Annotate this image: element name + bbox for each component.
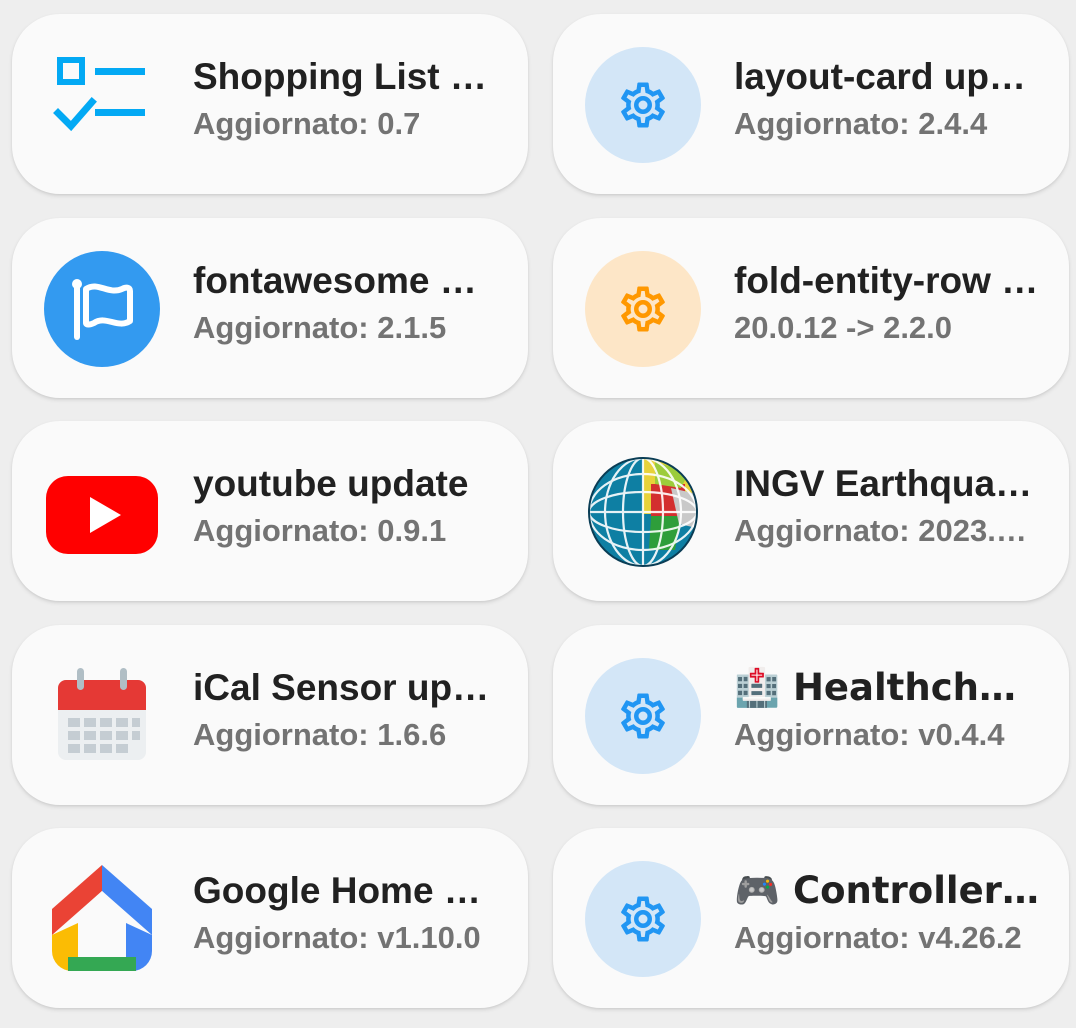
card-title: Shopping List update bbox=[193, 56, 498, 97]
card-status: Aggiornato: 1.6.6 bbox=[193, 717, 447, 752]
card-title: fontawesome update bbox=[193, 260, 498, 301]
update-grid: Shopping List update Aggiornato: 0.7 lay… bbox=[0, 0, 1076, 1028]
google-home-icon bbox=[44, 861, 160, 977]
card-status: Aggiornato: 0.7 bbox=[193, 106, 421, 141]
card-status: Aggiornato: v4.26.2 bbox=[734, 920, 1022, 955]
card-status: Aggiornato: v1.10.0 bbox=[193, 920, 481, 955]
card-status: Aggiornato: 2023.10.0 bbox=[734, 513, 1039, 548]
update-card-fontawesome[interactable]: fontawesome update Aggiornato: 2.1.5 bbox=[12, 218, 528, 398]
update-card-google-home[interactable]: Google Home update Aggiornato: v1.10.0 bbox=[12, 828, 528, 1008]
card-status: Aggiornato: 2.1.5 bbox=[193, 310, 447, 345]
gear-icon bbox=[585, 658, 701, 774]
checklist-icon bbox=[44, 47, 160, 163]
update-card-fold-entity-row[interactable]: fold-entity-row update 20.0.12 -> 2.2.0 bbox=[553, 218, 1069, 398]
update-card-healthcheck[interactable]: 🏥 Healthcheck update Aggiornato: v0.4.4 bbox=[553, 625, 1069, 805]
card-status: Aggiornato: 0.9.1 bbox=[193, 513, 447, 548]
globe-icon bbox=[585, 454, 701, 570]
update-card-ingv-earthquakes[interactable]: INGV Earthquakes update Aggiornato: 2023… bbox=[553, 421, 1069, 601]
card-title: 🎮 ControllerX update bbox=[734, 869, 1039, 912]
card-title: INGV Earthquakes update bbox=[734, 463, 1039, 504]
card-title: 🏥 Healthcheck update bbox=[734, 666, 1039, 709]
gear-icon bbox=[585, 861, 701, 977]
card-status: 20.0.12 -> 2.2.0 bbox=[734, 310, 953, 345]
card-title: fold-entity-row update bbox=[734, 260, 1039, 301]
gear-icon bbox=[585, 47, 701, 163]
flag-icon bbox=[44, 251, 160, 367]
card-status: Aggiornato: v0.4.4 bbox=[734, 717, 1005, 752]
update-card-ical-sensor[interactable]: iCal Sensor update Aggiornato: 1.6.6 bbox=[12, 625, 528, 805]
card-status: Aggiornato: 2.4.4 bbox=[734, 106, 988, 141]
update-card-shopping-list[interactable]: Shopping List update Aggiornato: 0.7 bbox=[12, 14, 528, 194]
youtube-icon bbox=[44, 454, 160, 570]
calendar-icon bbox=[44, 658, 160, 774]
update-card-controllerx[interactable]: 🎮 ControllerX update Aggiornato: v4.26.2 bbox=[553, 828, 1069, 1008]
card-title: youtube update bbox=[193, 463, 469, 504]
gear-icon bbox=[585, 251, 701, 367]
card-title: Google Home update bbox=[193, 870, 498, 911]
update-card-layout-card[interactable]: layout-card update Aggiornato: 2.4.4 bbox=[553, 14, 1069, 194]
card-title: layout-card update bbox=[734, 56, 1039, 97]
update-card-youtube[interactable]: youtube update Aggiornato: 0.9.1 bbox=[12, 421, 528, 601]
card-title: iCal Sensor update bbox=[193, 667, 498, 708]
